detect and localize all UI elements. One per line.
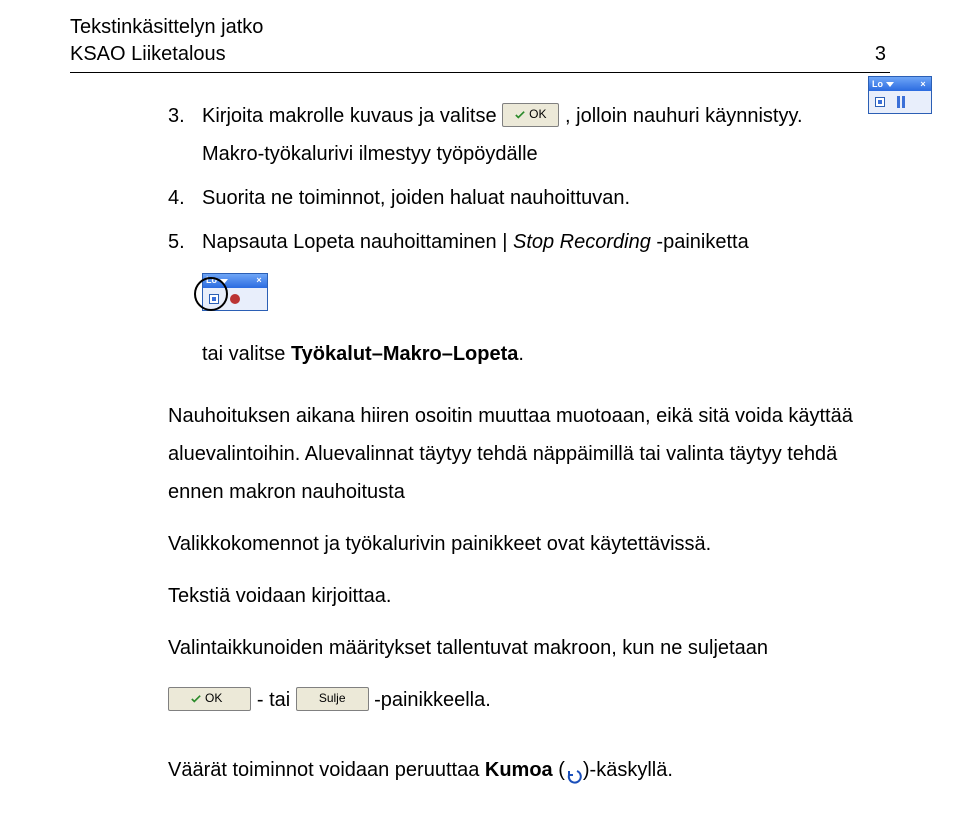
- stop-record-icon[interactable]: [206, 291, 222, 307]
- ok-button-label: OK: [205, 687, 222, 710]
- text: .: [518, 343, 524, 365]
- text-bold: Työkalut–Makro–Lopeta: [291, 343, 518, 365]
- paragraph-undo: Väärät toiminnot voidaan peruuttaa Kumoa…: [168, 751, 860, 789]
- text: tai valitse: [202, 343, 291, 365]
- close-button-label: Sulje: [319, 687, 346, 710]
- close-icon[interactable]: ×: [918, 79, 928, 89]
- check-icon: [191, 694, 201, 704]
- ok-button[interactable]: OK: [168, 687, 251, 711]
- pause-record-icon[interactable]: [893, 94, 909, 110]
- toolbar-title: Lo: [872, 79, 883, 89]
- list-number: 3.: [168, 97, 192, 173]
- header-separator: [70, 72, 890, 73]
- header-line2: KSAO Liiketalous: [70, 41, 875, 68]
- text: )-käskyllä.: [583, 759, 673, 781]
- check-icon: [515, 110, 525, 120]
- record-icon[interactable]: [227, 291, 243, 307]
- page-number: 3: [875, 41, 890, 68]
- text: -painiketta: [651, 231, 749, 253]
- toolbar-titlebar[interactable]: Lo ×: [203, 274, 267, 288]
- text: Väärät toiminnot voidaan peruuttaa: [168, 759, 485, 781]
- text: Suorita ne toiminnot, joiden haluat nauh…: [202, 179, 860, 217]
- text-italic: Stop Recording: [513, 231, 651, 253]
- stop-record-icon[interactable]: [872, 94, 888, 110]
- close-icon[interactable]: ×: [254, 272, 264, 289]
- dropdown-icon[interactable]: [886, 82, 894, 87]
- list-number: 4.: [168, 179, 192, 217]
- text: - tai: [257, 689, 296, 711]
- list-number: 5.: [168, 223, 192, 373]
- toolbar-title: Lo: [206, 272, 217, 289]
- paragraph: Nauhoituksen aikana hiiren osoitin muutt…: [168, 397, 860, 511]
- list-item-5: 5. Napsauta Lopeta nauhoittaminen | Stop…: [168, 223, 860, 373]
- header-line1: Tekstinkäsittelyn jatko: [70, 14, 890, 41]
- text: (: [553, 759, 565, 781]
- paragraph: Valintaikkunoiden määritykset tallentuva…: [168, 629, 860, 667]
- paragraph-buttons: OK - tai Sulje -painikkeella.: [168, 681, 860, 719]
- document-body: 3. Kirjoita makrolle kuvaus ja valitse O…: [70, 97, 890, 789]
- dropdown-icon[interactable]: [220, 279, 228, 284]
- ok-button-label: OK: [529, 103, 546, 126]
- list-item-3: 3. Kirjoita makrolle kuvaus ja valitse O…: [168, 97, 860, 173]
- text: Napsauta Lopeta nauhoittaminen |: [202, 231, 513, 253]
- undo-icon[interactable]: [565, 760, 583, 778]
- close-button[interactable]: Sulje: [296, 687, 369, 711]
- text: Kirjoita makrolle kuvaus ja valitse: [202, 105, 502, 127]
- ok-button[interactable]: OK: [502, 103, 559, 127]
- text-bold: Kumoa: [485, 759, 553, 781]
- toolbar-titlebar[interactable]: Lo ×: [869, 77, 931, 91]
- macro-toolbar-inline: Lo ×: [202, 273, 268, 311]
- list-item-4: 4. Suorita ne toiminnot, joiden haluat n…: [168, 179, 860, 217]
- macro-toolbar-float: Lo ×: [868, 76, 932, 114]
- doc-header: Tekstinkäsittelyn jatko KSAO Liiketalous…: [70, 14, 890, 68]
- paragraph: Tekstiä voidaan kirjoittaa.: [168, 577, 860, 615]
- text: -painikkeella.: [374, 689, 491, 711]
- paragraph: Valikkokomennot ja työkalurivin painikke…: [168, 525, 860, 563]
